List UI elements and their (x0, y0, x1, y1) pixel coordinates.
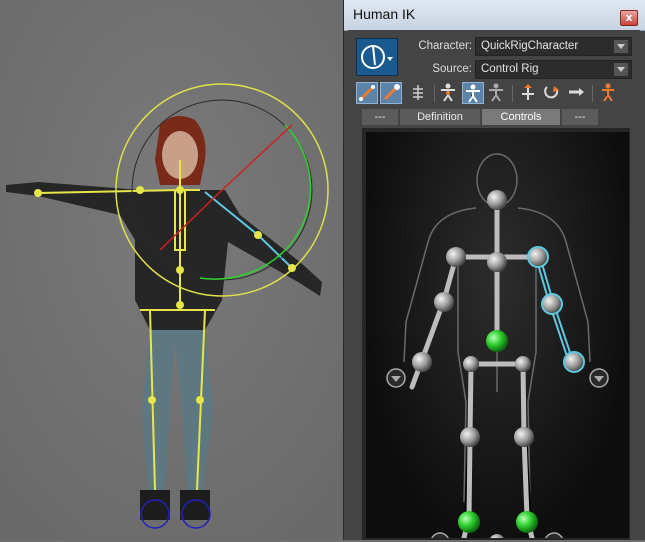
chevron-down-icon (614, 40, 628, 53)
fk-pin-icon[interactable] (356, 82, 378, 104)
character-label: Character: (418, 40, 472, 52)
close-button[interactable]: x (620, 10, 638, 26)
human-ik-panel: Human IK x Character: QuickRigCharacter … (343, 0, 645, 542)
left-ankle-effector[interactable] (458, 511, 480, 533)
right-elbow-effector[interactable] (541, 293, 563, 315)
tab-right[interactable]: --- (562, 109, 598, 125)
full-body-icon[interactable] (408, 82, 430, 104)
left-hand-expand-icon[interactable] (386, 368, 406, 388)
release-icon[interactable] (566, 82, 588, 104)
expand-buttons (386, 368, 609, 542)
align-icon[interactable] (542, 82, 564, 104)
character-menu-icon[interactable] (356, 38, 398, 76)
reference-effector[interactable] (489, 534, 505, 542)
right-wrist-effector[interactable] (563, 351, 585, 373)
source-label: Source: (432, 63, 472, 75)
left-shoulder-effector[interactable] (446, 247, 466, 267)
control-rig-diagram[interactable] (366, 132, 629, 542)
source-dropdown[interactable]: Control Rig (475, 60, 632, 79)
source-value: Control Rig (481, 63, 539, 75)
toolbar-separator (434, 85, 435, 102)
right-hand-expand-icon[interactable] (589, 368, 609, 388)
selection-icon[interactable] (462, 82, 484, 104)
character-value: QuickRigCharacter (481, 40, 579, 52)
left-wrist-effector[interactable] (412, 352, 432, 372)
tab-controls[interactable]: Controls (482, 109, 560, 125)
chest-effector[interactable] (487, 252, 507, 272)
right-hip-effector[interactable] (515, 356, 531, 372)
ik-pin-icon[interactable] (380, 82, 402, 104)
window-title: Human IK (353, 6, 416, 22)
head-effector[interactable] (487, 190, 507, 210)
stiffness-icon[interactable] (518, 82, 540, 104)
right-knee-effector[interactable] (514, 427, 534, 447)
reach-icon[interactable] (598, 82, 620, 104)
title-bar[interactable]: Human IK x (344, 0, 645, 31)
pinning-icon[interactable] (486, 82, 508, 104)
right-shoulder-effector[interactable] (527, 246, 549, 268)
tab-definition[interactable]: Definition (400, 109, 480, 125)
right-ankle-effector[interactable] (516, 511, 538, 533)
toolbar-separator (512, 85, 513, 102)
character-rig-view (0, 0, 343, 540)
rig-svg (386, 153, 609, 542)
panel-body: Character: QuickRigCharacter Source: Con… (348, 30, 640, 542)
hips-effector[interactable] (486, 330, 508, 352)
left-knee-effector[interactable] (460, 427, 480, 447)
character-dropdown[interactable]: QuickRigCharacter (475, 37, 632, 56)
tab-left[interactable]: --- (362, 109, 398, 125)
3d-viewport[interactable] (0, 0, 343, 540)
left-foot-expand-icon[interactable] (430, 532, 450, 542)
chevron-down-icon (614, 63, 628, 76)
toolbar-separator (592, 85, 593, 102)
left-hip-effector[interactable] (463, 356, 479, 372)
body-part-icon[interactable] (438, 82, 460, 104)
right-foot-expand-icon[interactable] (544, 532, 564, 542)
left-elbow-effector[interactable] (434, 292, 454, 312)
